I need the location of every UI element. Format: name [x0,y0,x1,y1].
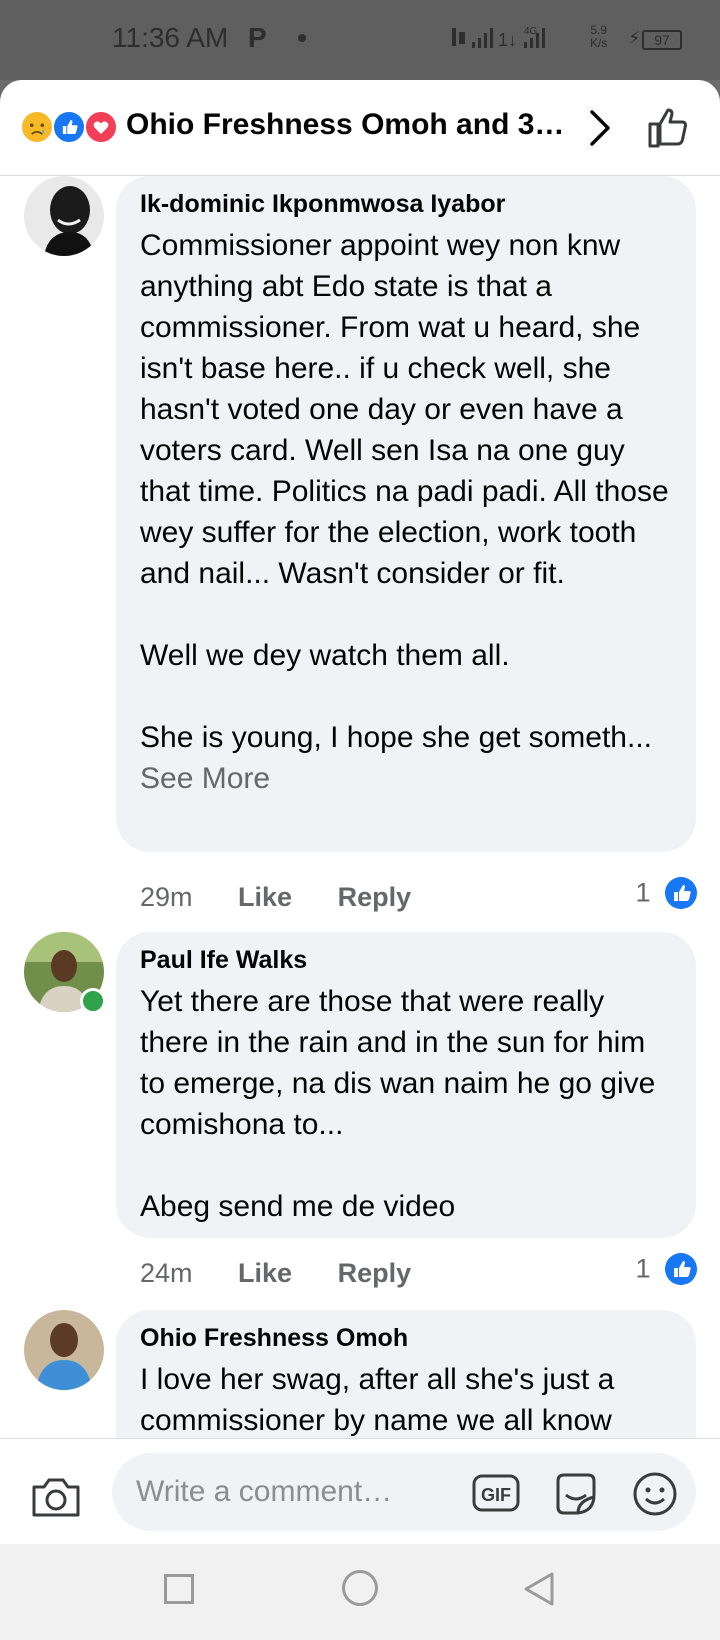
see-more-link[interactable]: See More [140,762,270,795]
status-time: 11:36 AM [112,22,229,53]
svg-text:1↓: 1↓ [498,30,517,50]
like-comment-button[interactable]: Like [238,1258,292,1288]
comment-timestamp: 24m [140,1258,193,1288]
comment-bubble[interactable]: Ik-dominic Ikponmwosa Iyabor Commissione… [116,176,696,852]
reaction-summary[interactable] [20,110,122,146]
comment-text: Yet there are those that were really the… [140,985,656,1223]
reactions-header[interactable]: Ohio Freshness Omoh and 3 ... [0,80,720,176]
online-status-indicator [80,988,106,1014]
back-button[interactable] [522,1570,556,1608]
avatar[interactable] [24,1310,104,1390]
network-type: 4G [524,26,538,37]
chevron-right-icon[interactable] [580,106,620,150]
comment-reaction-count[interactable]: 1 [635,876,698,910]
comment-input[interactable] [112,1453,696,1531]
status-bar: 11:36 AM P 1↓ 4G 5.9 K/s ⚡ 97 [0,0,720,80]
gif-button[interactable]: GIF [472,1473,520,1513]
avatar[interactable] [24,176,104,256]
camera-icon[interactable] [30,1475,82,1519]
comment-actions: 24m Like Reply [140,1258,449,1289]
home-button[interactable] [342,1570,378,1606]
like-badge-icon [665,1253,697,1285]
comment-actions: 29m Like Reply [140,882,449,913]
comments-sheet: Ohio Freshness Omoh and 3 ... Ik-dominic… [0,80,720,1544]
signal-icon: 1↓ 4G [452,26,545,50]
sticker-icon[interactable] [552,1471,600,1517]
reply-button[interactable]: Reply [338,882,412,912]
like-badge-icon [665,877,697,909]
sad-reaction-icon [20,110,54,144]
charging-icon: ⚡ [628,28,641,48]
like-comment-button[interactable]: Like [238,882,292,912]
avatar-photo [24,176,104,256]
recent-apps-button[interactable] [164,1574,194,1604]
like-reaction-icon [52,110,86,144]
notification-icon: P [248,22,267,53]
more-notifications-dot-icon [298,34,306,42]
comment-reaction-count[interactable]: 1 [635,1252,698,1286]
reply-button[interactable]: Reply [338,1258,412,1288]
comment-text: Commissioner appoint wey non knw anythin… [140,229,669,795]
battery-icon: 97 [642,30,682,50]
reactions-title[interactable]: Ohio Freshness Omoh and 3 ... [126,108,566,142]
system-navigation-bar [0,1544,720,1640]
comment-composer: GIF [0,1438,720,1544]
comment-bubble[interactable]: Paul Ife Walks Yet there are those that … [116,932,696,1238]
emoji-icon[interactable] [632,1471,678,1517]
comment-author[interactable]: Ik-dominic Ikponmwosa Iyabor [140,190,672,219]
comment-author[interactable]: Ohio Freshness Omoh [140,1324,672,1353]
comment-text: I love her swag, after all she's just a … [140,1363,623,1437]
comment-timestamp: 29m [140,882,193,912]
love-reaction-icon [84,110,118,144]
like-post-button[interactable] [644,104,692,152]
comment-author[interactable]: Paul Ife Walks [140,946,672,975]
avatar-photo [24,1310,104,1390]
gif-label: GIF [481,1485,511,1505]
network-speed: 5.9 K/s [590,23,608,50]
